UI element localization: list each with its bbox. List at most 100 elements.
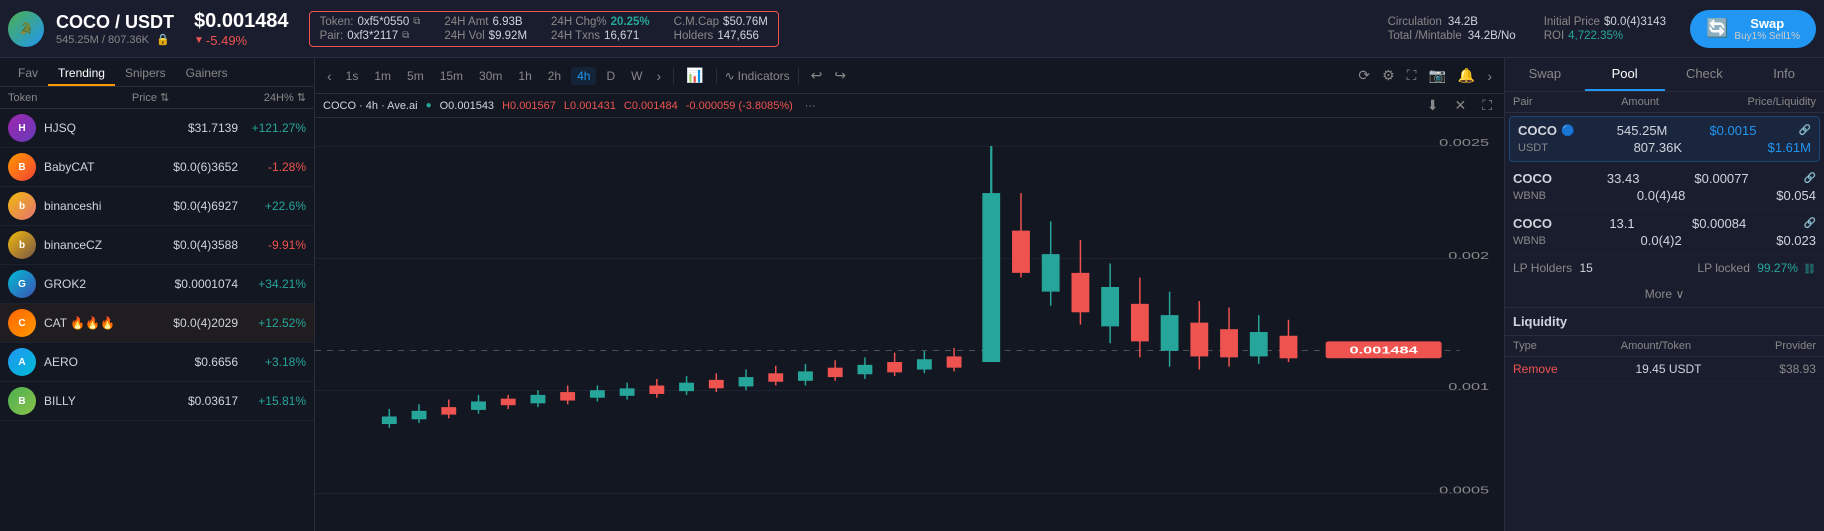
screenshot-icon[interactable]: 📷: [1424, 65, 1449, 86]
holders-label: Holders: [674, 30, 714, 42]
tf-d[interactable]: D: [600, 67, 621, 85]
list-item[interactable]: G GROK2 $0.0001074 +34.21%: [0, 265, 314, 304]
token-change: -5.49%: [194, 33, 289, 48]
pool-col-price: Price/Liquidity: [1748, 96, 1816, 108]
tf-30m[interactable]: 30m: [473, 67, 508, 85]
ohlc-down-icon[interactable]: ⬇: [1423, 95, 1443, 116]
indicators-button[interactable]: ∿ Indicators: [725, 69, 790, 83]
right-panel: Swap Pool Check Info Pair Amount Price/L…: [1504, 58, 1824, 531]
copy-token-icon[interactable]: ⧉: [413, 16, 420, 27]
pair-label: Pair:: [320, 30, 344, 42]
token-symbol: AERO: [44, 355, 78, 369]
token-label: Token:: [320, 16, 354, 28]
cap-label: C.M.Cap: [674, 16, 719, 28]
total-row: Total /Mintable 34.2B/No: [1388, 30, 1516, 42]
sidebar-tab-trending[interactable]: Trending: [48, 62, 115, 86]
liq-col-amount: Amount/Token: [1621, 340, 1691, 352]
main-layout: Fav Trending Snipers Gainers Token Price…: [0, 58, 1824, 531]
ohlc-l: L0.001431: [564, 100, 616, 112]
tf-1h[interactable]: 1h: [512, 67, 537, 85]
info-cap-row: C.M.Cap $50.76M: [674, 16, 768, 28]
list-item[interactable]: B BILLY $0.03617 +15.81%: [0, 382, 314, 421]
tf-4h[interactable]: 4h: [571, 67, 596, 85]
pool-ext-link-3[interactable]: 🔗: [1804, 218, 1816, 229]
verified-icon: 🔵: [1561, 124, 1575, 137]
token-symbol: binanceCZ: [44, 238, 102, 252]
tf-w[interactable]: W: [625, 67, 648, 85]
lp-locked-ext-icon[interactable]: ⛓: [1803, 264, 1816, 275]
token-change-value: +3.18%: [246, 355, 306, 369]
pool-pair-line-1b: USDT 807.36K $1.61M: [1518, 140, 1811, 155]
copy-pair-icon[interactable]: ⧉: [402, 30, 409, 41]
tab-check[interactable]: Check: [1665, 58, 1745, 91]
redo-icon[interactable]: ↪: [830, 65, 850, 86]
ohlc-c: C0.001484: [624, 100, 678, 112]
pool-amount-3b: 0.0(4)2: [1641, 233, 1682, 248]
pool-price-3b: $0.023: [1776, 233, 1816, 248]
col-change[interactable]: 24H% ⇅: [264, 91, 306, 104]
nav-right-icon[interactable]: ›: [652, 66, 665, 86]
list-item[interactable]: H HJSQ $31.7139 +121.27%: [0, 109, 314, 148]
liq-col-type: Type: [1513, 340, 1537, 352]
sidebar-tab-fav[interactable]: Fav: [8, 62, 48, 86]
fullscreen-icon[interactable]: ⛶: [1403, 65, 1421, 86]
sidebar-tab-snipers[interactable]: Snipers: [115, 62, 176, 86]
undo-icon[interactable]: ↩: [807, 65, 827, 86]
refresh-icon[interactable]: ⟳: [1354, 65, 1374, 86]
list-item[interactable]: A AERO $0.6656 +3.18%: [0, 343, 314, 382]
tf-1m[interactable]: 1m: [368, 67, 397, 85]
more-button[interactable]: More ∨: [1505, 281, 1824, 308]
pool-token1-name: COCO 🔵: [1518, 123, 1575, 138]
avatar: b: [8, 192, 36, 220]
amt-label: 24H Amt: [444, 16, 488, 28]
info-chg-row: 24H Chg% 20.25%: [551, 16, 650, 28]
tab-pool[interactable]: Pool: [1585, 58, 1665, 91]
ohlc-change: -0.000059 (-3.8085%): [686, 100, 793, 112]
liquidity-header: Liquidity: [1505, 308, 1824, 336]
token-market: 545.25M / 807.36K 🔒: [56, 33, 174, 46]
tf-2h[interactable]: 2h: [542, 67, 567, 85]
pool-ext-link-2[interactable]: 🔗: [1804, 173, 1816, 184]
indicators-label: Indicators: [738, 69, 790, 83]
ohlc-expand-icon[interactable]: ⛶: [1478, 95, 1496, 116]
pool-row-2[interactable]: COCO 33.43 $0.00077 🔗 WBNB 0.0(4)48 $0.0…: [1505, 165, 1824, 210]
nav-collapse-icon[interactable]: ›: [1483, 66, 1496, 86]
tab-swap[interactable]: Swap: [1505, 58, 1585, 91]
token-price-value: $0.0(4)2029: [158, 316, 238, 330]
avatar: C: [8, 309, 36, 337]
token-info: AERO: [44, 355, 150, 369]
roi-value: 4,722.35%: [1568, 30, 1623, 42]
list-item[interactable]: C CAT 🔥🔥🔥 $0.0(4)2029 +12.52%: [0, 304, 314, 343]
token-price-value: $0.6656: [158, 355, 238, 369]
pool-header: Pair Amount Price/Liquidity: [1505, 92, 1824, 113]
txns-value: 16,671: [604, 30, 639, 42]
tf-15m[interactable]: 15m: [434, 67, 469, 85]
list-item[interactable]: b binanceCZ $0.0(4)3588 -9.91%: [0, 226, 314, 265]
swap-button[interactable]: 🔄 Swap Buy1% Sell1%: [1690, 10, 1816, 48]
list-item[interactable]: B BabyCAT $0.0(6)3652 -1.28%: [0, 148, 314, 187]
candle-chart-icon[interactable]: 📊: [682, 65, 707, 86]
top-header: 🐊 COCO / USDT 545.25M / 807.36K 🔒 $0.001…: [0, 0, 1824, 58]
tf-1s[interactable]: 1s: [340, 67, 365, 85]
list-item[interactable]: b binanceshi $0.0(4)6927 +22.6%: [0, 187, 314, 226]
svg-text:0.001484: 0.001484: [1350, 345, 1419, 356]
settings-icon[interactable]: ⚙: [1378, 65, 1399, 86]
ohlc-close-icon[interactable]: ✕: [1450, 95, 1470, 116]
swap-sub: Buy1% Sell1%: [1734, 31, 1800, 42]
pool-ext-link-1[interactable]: 🔗: [1799, 125, 1811, 136]
tab-info[interactable]: Info: [1744, 58, 1824, 91]
nav-left-icon[interactable]: ‹: [323, 66, 336, 86]
pool-amount-2: 33.43: [1607, 171, 1640, 186]
alert-icon[interactable]: 🔔: [1454, 65, 1479, 86]
token-change-value: +121.27%: [246, 121, 306, 135]
col-price[interactable]: Price ⇅: [132, 91, 169, 104]
pool-token2-name: COCO: [1513, 171, 1552, 186]
tf-5m[interactable]: 5m: [401, 67, 430, 85]
pool-pair-line-3: COCO 13.1 $0.00084 🔗: [1513, 216, 1816, 231]
token-info: binanceCZ: [44, 238, 150, 252]
left-sidebar: Fav Trending Snipers Gainers Token Price…: [0, 58, 315, 531]
pool-row-highlighted[interactable]: COCO 🔵 545.25M $0.0015 🔗 USDT 807.36K $1…: [1509, 116, 1820, 162]
pool-row-3[interactable]: COCO 13.1 $0.00084 🔗 WBNB 0.0(4)2 $0.023: [1505, 210, 1824, 255]
sidebar-tab-gainers[interactable]: Gainers: [176, 62, 238, 86]
total-value: 34.2B/No: [1468, 30, 1516, 42]
